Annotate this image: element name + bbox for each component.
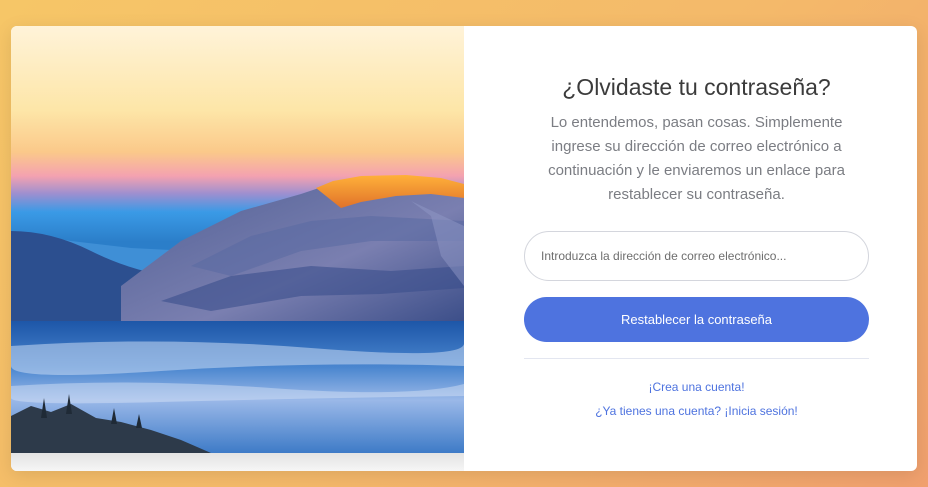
create-account-link[interactable]: ¡Crea una cuenta! xyxy=(464,380,917,394)
landscape-image xyxy=(11,26,464,453)
email-field[interactable] xyxy=(524,231,869,281)
forgot-password-card: ¿Olvidaste tu contraseña? Lo entendemos,… xyxy=(11,26,917,471)
divider xyxy=(524,358,869,359)
description-text: Lo entendemos, pasan cosas. Simplemente … xyxy=(548,114,845,203)
login-link[interactable]: ¿Ya tienes una cuenta? ¡Inicia sesión! xyxy=(464,404,917,418)
form-panel: ¿Olvidaste tu contraseña? Lo entendemos,… xyxy=(464,26,917,471)
page-title: ¿Olvidaste tu contraseña? xyxy=(562,74,831,100)
image-bottom-shadow xyxy=(11,453,464,471)
reset-password-button[interactable]: Restablecer la contraseña xyxy=(524,297,869,342)
